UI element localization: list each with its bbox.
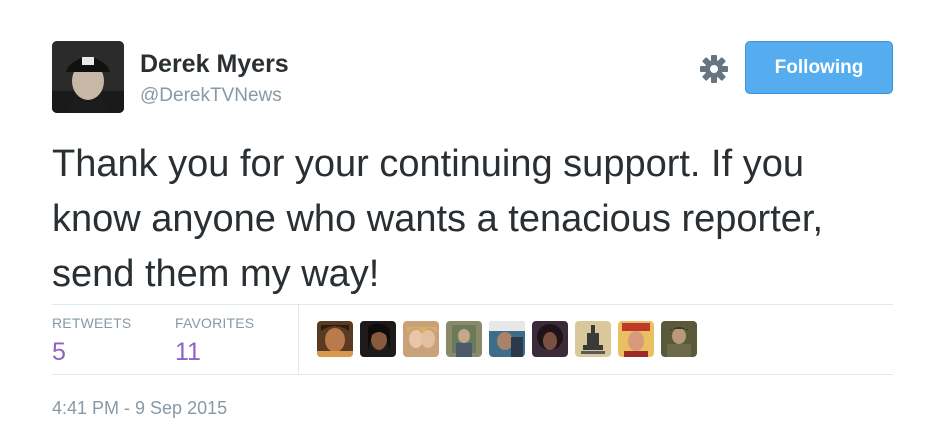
user-avatar-2-icon[interactable] [360, 321, 396, 357]
user-avatar-8-icon[interactable] [618, 321, 654, 357]
retweets-stat[interactable]: RETWEETS 5 [52, 315, 131, 367]
retweets-count: 5 [52, 338, 66, 366]
user-avatar-5-icon[interactable] [489, 321, 525, 357]
favorites-label: FAVORITES [175, 315, 255, 331]
stats-divider [298, 305, 299, 374]
user-avatar-4-icon[interactable] [446, 321, 482, 357]
favorites-stat[interactable]: FAVORITES 11 [175, 315, 254, 367]
tweet-text: Thank you for your continuing support. I… [52, 143, 824, 295]
profile-photo-icon [52, 41, 124, 113]
author-display-name[interactable]: Derek Myers [140, 50, 289, 79]
user-avatar-9-icon[interactable] [661, 321, 697, 357]
tweet-timestamp[interactable]: 4:41 PM - 9 Sep 2015 [52, 398, 227, 419]
favoriters-list [317, 321, 697, 357]
user-avatar-1-icon[interactable] [317, 321, 353, 357]
favorites-count: 11 [175, 338, 201, 366]
retweets-label: RETWEETS [52, 315, 132, 331]
user-avatar-3-icon[interactable] [403, 321, 439, 357]
divider-top [52, 304, 893, 305]
gear-icon[interactable] [698, 53, 730, 85]
divider-bottom [52, 374, 893, 375]
user-avatar-7-icon[interactable] [575, 321, 611, 357]
following-button[interactable]: Following [745, 41, 893, 94]
author-handle[interactable]: @DerekTVNews [140, 85, 282, 107]
author-avatar[interactable] [52, 41, 124, 113]
user-avatar-6-icon[interactable] [532, 321, 568, 357]
